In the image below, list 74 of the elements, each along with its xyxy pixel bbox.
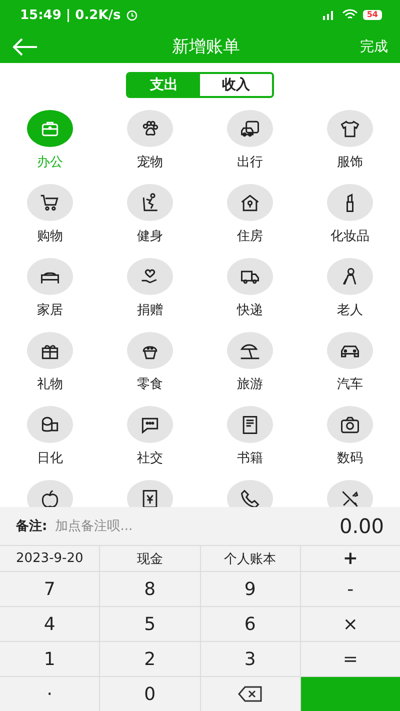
keypad-key[interactable]: 0 [100,677,200,711]
category-label: 旅游 [237,376,263,393]
keypad-key[interactable]: 4 [0,607,100,641]
category-label: 服饰 [337,154,363,171]
category-button[interactable] [227,110,273,147]
note-label: 备注: [16,518,48,535]
category-label: 社交 [137,450,163,467]
keypad-key[interactable]: · [0,677,100,711]
category-label: 零食 [137,376,163,393]
category-button[interactable] [127,110,173,147]
category-label: 办公 [37,154,63,171]
category-button[interactable] [227,332,273,369]
category-button[interactable] [327,184,373,221]
keypad-key[interactable]: 3 [200,642,300,676]
keypad-key[interactable]: 5 [100,607,200,641]
category-label: 老人 [337,302,363,319]
backspace-icon [238,686,262,702]
category-button[interactable] [27,332,73,369]
category-label: 礼物 [37,376,63,393]
category-button[interactable] [327,258,373,295]
option-key[interactable]: 2023-9-20 [0,546,100,571]
category-label: 宠物 [137,154,163,171]
category-button[interactable] [227,258,273,295]
category-button[interactable] [27,406,73,443]
keypad-key[interactable]: × [300,607,400,641]
category-label: 家居 [37,302,63,319]
category-button[interactable] [127,258,173,295]
category-button[interactable] [227,184,273,221]
battery-icon: 54 [362,10,382,20]
category-label: 快递 [237,302,263,319]
option-key[interactable]: 现金 [100,546,200,571]
category-button[interactable] [127,480,173,507]
category-label: 出行 [237,154,263,171]
category-button[interactable] [227,480,273,507]
category-button[interactable] [27,184,73,221]
apple-icon [39,488,61,507]
keypad-key[interactable]: - [300,572,400,606]
note-field[interactable]: 加点备注呗... [53,518,334,534]
category-label: 数码 [337,450,363,467]
category-button[interactable] [327,480,373,507]
category-button[interactable] [127,332,173,369]
category-button[interactable] [127,406,173,443]
category-button[interactable] [127,184,173,221]
backspace-key[interactable] [200,677,300,711]
keypad-key[interactable]: 8 [100,572,200,606]
category-label: 住房 [237,228,263,245]
category-label: 购物 [37,228,63,245]
keypad-key[interactable]: 7 [0,572,100,606]
category-label: 捐赠 [137,302,163,319]
category-button[interactable] [227,406,273,443]
category-label: 日化 [37,450,63,467]
category-label: 汽车 [337,376,363,393]
category-label: 健身 [137,228,163,245]
category-label: 化妆品 [330,228,370,245]
option-key[interactable]: 个人账本 [200,546,300,571]
category-button[interactable] [327,110,373,147]
category-button[interactable] [327,406,373,443]
alarm-icon [126,9,138,21]
status-time: 15:49 | 0.2K/s [20,8,121,22]
keypad-key[interactable]: + [300,546,400,571]
wifi-icon [342,9,358,21]
keypad-key[interactable]: 6 [200,607,300,641]
amount-display: 0.00 [339,514,384,538]
page-title: 新增账单 [171,36,241,58]
keypad-key[interactable]: = [300,642,400,676]
keypad-key[interactable]: 2 [100,642,200,676]
category-label: 书籍 [237,450,263,467]
back-arrow-icon[interactable] [12,38,38,56]
category-button[interactable] [27,480,73,507]
keypad-key[interactable]: 9 [200,572,300,606]
category-button[interactable] [27,258,73,295]
category-button[interactable] [327,332,373,369]
phone-icon [239,488,261,507]
keypad-key[interactable]: 1 [0,642,100,676]
